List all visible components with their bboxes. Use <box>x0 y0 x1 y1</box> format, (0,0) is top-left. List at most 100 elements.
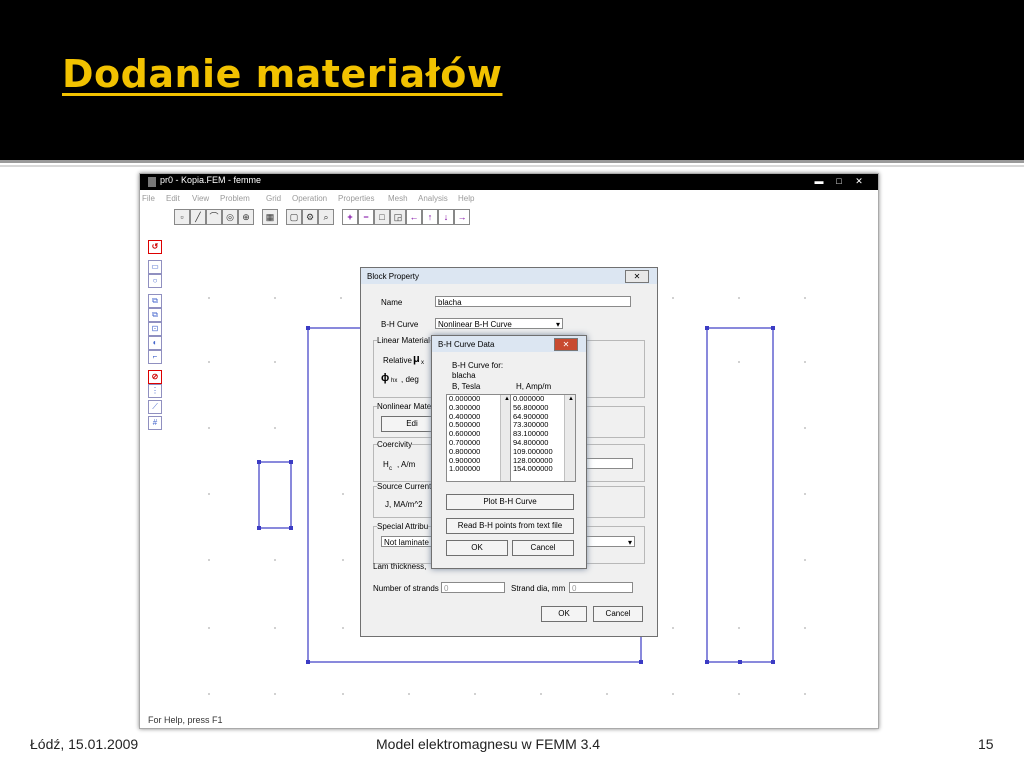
menu-file[interactable]: File <box>142 194 155 203</box>
grid-dots-icon[interactable]: ⋮ <box>148 384 162 398</box>
header-divider <box>0 160 1024 163</box>
mesh-icon[interactable]: ▦ <box>262 209 278 225</box>
status-text: For Help, press F1 <box>148 715 223 725</box>
maximize-button[interactable]: □ <box>832 177 846 186</box>
zoom-out-icon[interactable]: − <box>358 209 374 225</box>
undo-icon[interactable]: ↺ <box>148 240 162 254</box>
slide-number: 15 <box>978 736 994 752</box>
hc-subscript: c <box>389 466 392 472</box>
relative-label: Relative <box>383 356 412 365</box>
footer-caption: Model elektromagnesu w FEMM 3.4 <box>376 736 601 752</box>
menu-mesh[interactable]: Mesh <box>388 194 408 203</box>
arc-mode-icon[interactable]: ⌒ <box>206 209 222 225</box>
arrow-up-icon[interactable]: ↑ <box>422 209 438 225</box>
status-bar: For Help, press F1 <box>140 714 878 728</box>
minimize-button[interactable]: ▬ <box>812 177 826 186</box>
header-divider-thin <box>0 165 1024 167</box>
point-mode-icon[interactable]: ▫ <box>174 209 190 225</box>
delete-icon[interactable]: ⊘ <box>148 370 162 384</box>
special-attributes-label: Special Attribu <box>377 522 429 531</box>
h-values-list[interactable]: 0.000000 56.800000 64.900000 73.300000 8… <box>510 394 576 482</box>
h-column-header: H, Amp/m <box>516 382 552 391</box>
copy-icon[interactable]: ▭ <box>148 260 162 274</box>
menu-view[interactable]: View <box>192 194 209 203</box>
bh-close-icon[interactable]: ✕ <box>554 338 578 351</box>
zoom-fit-icon[interactable]: ◲ <box>390 209 406 225</box>
bh-for-label: B-H Curve for: <box>452 361 504 370</box>
zoom-in-icon[interactable]: + <box>342 209 358 225</box>
b-values-list[interactable]: 0.000000 0.300000 0.400000 0.500000 0.60… <box>446 394 512 482</box>
copy-object-icon[interactable]: ⧉ <box>148 308 162 322</box>
window-titlebar: pr0 - Kopia.FEM - femme ▬ □ ✕ <box>140 174 878 190</box>
scale-icon[interactable]: ⊡ <box>148 322 162 336</box>
strand-dia-label: Strand dia, mm <box>511 584 566 593</box>
menu-bar: File Edit View Problem Grid Operation Pr… <box>140 192 878 205</box>
fillet-icon[interactable]: ⌐ <box>148 350 162 364</box>
bh-curve-dialog: B-H Curve Data ✕ B-H Curve for: blacha B… <box>431 335 587 569</box>
block-mode-icon[interactable]: ◎ <box>222 209 238 225</box>
arrow-right-icon[interactable]: → <box>454 209 470 225</box>
block-property-titlebar: Block Property ✕ <box>361 268 657 284</box>
footer-date: Łódź, 15.01.2009 <box>30 736 139 752</box>
bh-curve-dialog-title: B-H Curve Data <box>438 340 495 349</box>
analyze-icon[interactable]: ⚙ <box>302 209 318 225</box>
bh-ok-button[interactable]: OK <box>446 540 508 556</box>
zoom-natural-icon[interactable]: □ <box>374 209 390 225</box>
phi-symbol: ϕ <box>381 372 390 384</box>
menu-problem[interactable]: Problem <box>220 194 250 203</box>
nonlinear-material-label: Nonlinear Mate <box>377 402 432 411</box>
name-field[interactable]: blacha <box>435 296 631 307</box>
close-button[interactable]: ✕ <box>852 177 866 186</box>
bh-cancel-button[interactable]: Cancel <box>512 540 574 556</box>
window-title: pr0 - Kopia.FEM - femme <box>160 175 262 185</box>
menu-grid[interactable]: Grid <box>266 194 281 203</box>
read-bh-points-button[interactable]: Read B-H points from text file <box>446 518 574 534</box>
h-list-scrollbar[interactable]: ▲ <box>564 395 575 481</box>
strands-label: Number of strands <box>373 584 439 593</box>
menu-properties[interactable]: Properties <box>338 194 374 203</box>
hc-h: H <box>383 460 389 469</box>
create-radius-icon[interactable]: ⟋ <box>148 400 162 414</box>
arrow-down-icon[interactable]: ↓ <box>438 209 454 225</box>
coercivity-label: Coercivity <box>377 440 413 449</box>
bh-material-name: blacha <box>452 371 476 380</box>
lam-thickness-label: Lam thickness, <box>373 562 427 571</box>
name-label: Name <box>381 298 403 307</box>
zoom-window-icon[interactable]: ▢ <box>286 209 302 225</box>
group-mode-icon[interactable]: ⊕ <box>238 209 254 225</box>
mu-subscript: x <box>421 360 424 366</box>
grid-size-icon[interactable]: # <box>148 416 162 430</box>
lamination-value: Not laminate <box>384 538 429 547</box>
femm-screenshot: pr0 - Kopia.FEM - femme ▬ □ ✕ File Edit … <box>139 173 879 729</box>
source-current-label: Source Current <box>377 482 432 491</box>
menu-help[interactable]: Help <box>458 194 474 203</box>
bh-curve-select[interactable]: Nonlinear B-H Curve ▾ <box>435 318 563 329</box>
plot-bh-curve-button[interactable]: Plot B-H Curve <box>446 494 574 510</box>
chevron-down-icon: ▾ <box>627 538 632 547</box>
right-block-outline[interactable] <box>706 327 774 663</box>
source-current-unit: J, MA/m^2 <box>385 500 423 509</box>
bh-curve-titlebar: B-H Curve Data ✕ <box>432 336 586 352</box>
block-property-close-icon[interactable]: ✕ <box>625 270 649 283</box>
strand-dia-field[interactable]: 0 <box>569 582 633 593</box>
menu-operation[interactable]: Operation <box>292 194 327 203</box>
block-cancel-button[interactable]: Cancel <box>593 606 643 622</box>
b-column-header: B, Tesla <box>452 382 481 391</box>
mu-symbol: μ <box>413 353 420 365</box>
view-results-icon[interactable]: ⌕ <box>318 209 334 225</box>
arrow-left-icon[interactable]: ← <box>406 209 422 225</box>
segment-mode-icon[interactable]: ╱ <box>190 209 206 225</box>
block-ok-button[interactable]: OK <box>541 606 587 622</box>
bh-curve-label: B-H Curve <box>381 320 419 329</box>
menu-analysis[interactable]: Analysis <box>418 194 448 203</box>
phi-subscript: hx <box>391 378 398 384</box>
slide-title: Dodanie materiałów <box>62 52 503 96</box>
linear-material-label: Linear Material <box>377 336 430 345</box>
coil-outline[interactable] <box>258 461 292 529</box>
strands-field[interactable]: 0 <box>441 582 505 593</box>
move-icon[interactable]: ⧉ <box>148 294 162 308</box>
circle-icon[interactable]: ○ <box>148 274 162 288</box>
mirror-icon[interactable]: ◐ <box>148 336 162 350</box>
menu-edit[interactable]: Edit <box>166 194 180 203</box>
bh-curve-value: Nonlinear B-H Curve <box>438 320 512 329</box>
